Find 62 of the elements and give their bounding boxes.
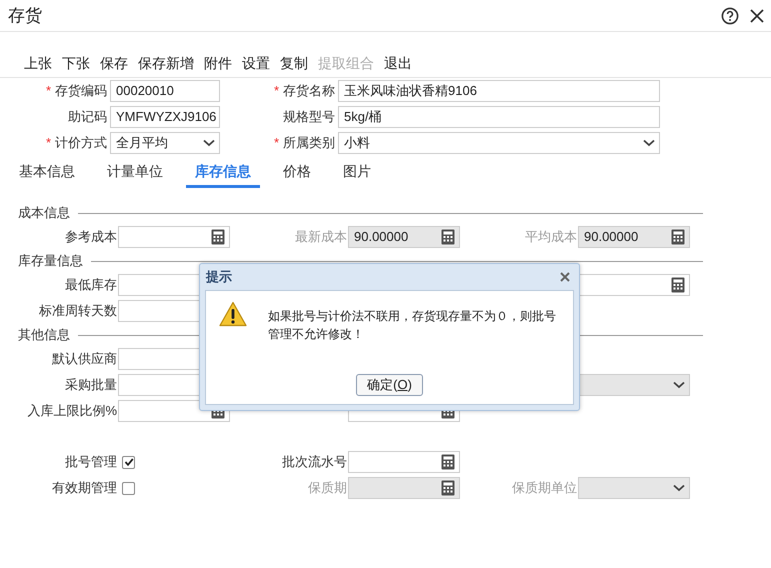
toolbar-button[interactable]: 设置 [242, 53, 270, 74]
input-field[interactable]: 00020010 [110, 80, 220, 102]
tab[interactable]: 基本信息 [10, 158, 84, 188]
section-title: 库存量信息 [18, 252, 83, 270]
input-field[interactable]: 玉米风味油状香精9106 [338, 80, 660, 102]
field-label: 所属类别 [283, 134, 335, 152]
input-field[interactable] [348, 451, 460, 473]
close-icon[interactable] [749, 8, 765, 24]
tab[interactable]: 库存信息 [186, 158, 260, 188]
field-label: 助记码 [68, 108, 107, 126]
dialog-message: 如果批号与计价法不联用，存货现存量不为０，则批号管理不允许修改！ [268, 308, 557, 343]
field-label: 采购批量 [65, 376, 117, 394]
warning-icon [219, 301, 247, 327]
caret-icon[interactable] [203, 139, 215, 147]
toolbar-button[interactable]: 附件 [204, 53, 232, 74]
checkbox[interactable] [122, 482, 135, 494]
required-mark: * [46, 134, 51, 152]
toolbar-button[interactable]: 复制 [280, 53, 308, 74]
field-label: 入库上限比例% [27, 402, 117, 420]
toolbar-button[interactable]: 保存 [100, 53, 128, 74]
calculator-icon[interactable] [671, 277, 685, 293]
field-label: 规格型号 [283, 108, 335, 126]
section-title: 其他信息 [18, 326, 70, 344]
field-label: 存货名称 [283, 82, 335, 100]
help-icon[interactable] [721, 6, 739, 24]
section-title: 成本信息 [18, 204, 70, 222]
required-mark: * [274, 134, 279, 152]
field-label: 计价方式 [55, 134, 107, 152]
input-field[interactable] [578, 274, 690, 296]
field-label: 平均成本 [525, 228, 577, 246]
field-label: 保质期单位 [512, 479, 577, 498]
checkbox[interactable] [122, 456, 135, 468]
field-label: 批次流水号 [282, 453, 347, 472]
field-label: 默认供应商 [52, 350, 117, 368]
required-mark: * [46, 82, 51, 100]
calculator-icon[interactable] [211, 229, 225, 245]
input-field[interactable]: YMFWYZXJ9106 [110, 106, 220, 128]
required-mark: * [274, 82, 279, 100]
toolbar-button[interactable]: 保存新增 [138, 53, 194, 74]
dropdown-field[interactable]: 全月平均 [110, 132, 220, 154]
toolbar-button[interactable]: 下张 [62, 53, 90, 74]
tab[interactable]: 计量单位 [98, 158, 172, 188]
caret-icon[interactable] [643, 139, 655, 147]
field-label: 最新成本 [295, 228, 347, 246]
toolbar-button[interactable]: 退出 [384, 53, 412, 74]
field-label: 标准周转天数 [39, 302, 117, 320]
calculator-icon[interactable] [441, 454, 455, 470]
input-field[interactable] [118, 226, 230, 248]
field-label: 保质期 [308, 479, 347, 498]
field-label: 有效期管理 [52, 479, 117, 498]
tab[interactable]: 价格 [274, 158, 320, 188]
tab[interactable]: 图片 [334, 158, 380, 188]
input-field[interactable]: 5kg/桶 [338, 106, 660, 128]
confirm-button[interactable]: 确定(O) [356, 374, 423, 396]
window-title: 存货 [8, 4, 42, 27]
field-label: 最低库存 [65, 276, 117, 294]
toolbar-button[interactable]: 上张 [24, 53, 52, 74]
dropdown-field[interactable]: 小料 [338, 132, 660, 154]
field-label: 参考成本 [65, 228, 117, 246]
field-label: 存货编码 [55, 82, 107, 100]
dialog-title: 提示 [206, 268, 232, 286]
field-label: 批号管理 [65, 453, 117, 472]
